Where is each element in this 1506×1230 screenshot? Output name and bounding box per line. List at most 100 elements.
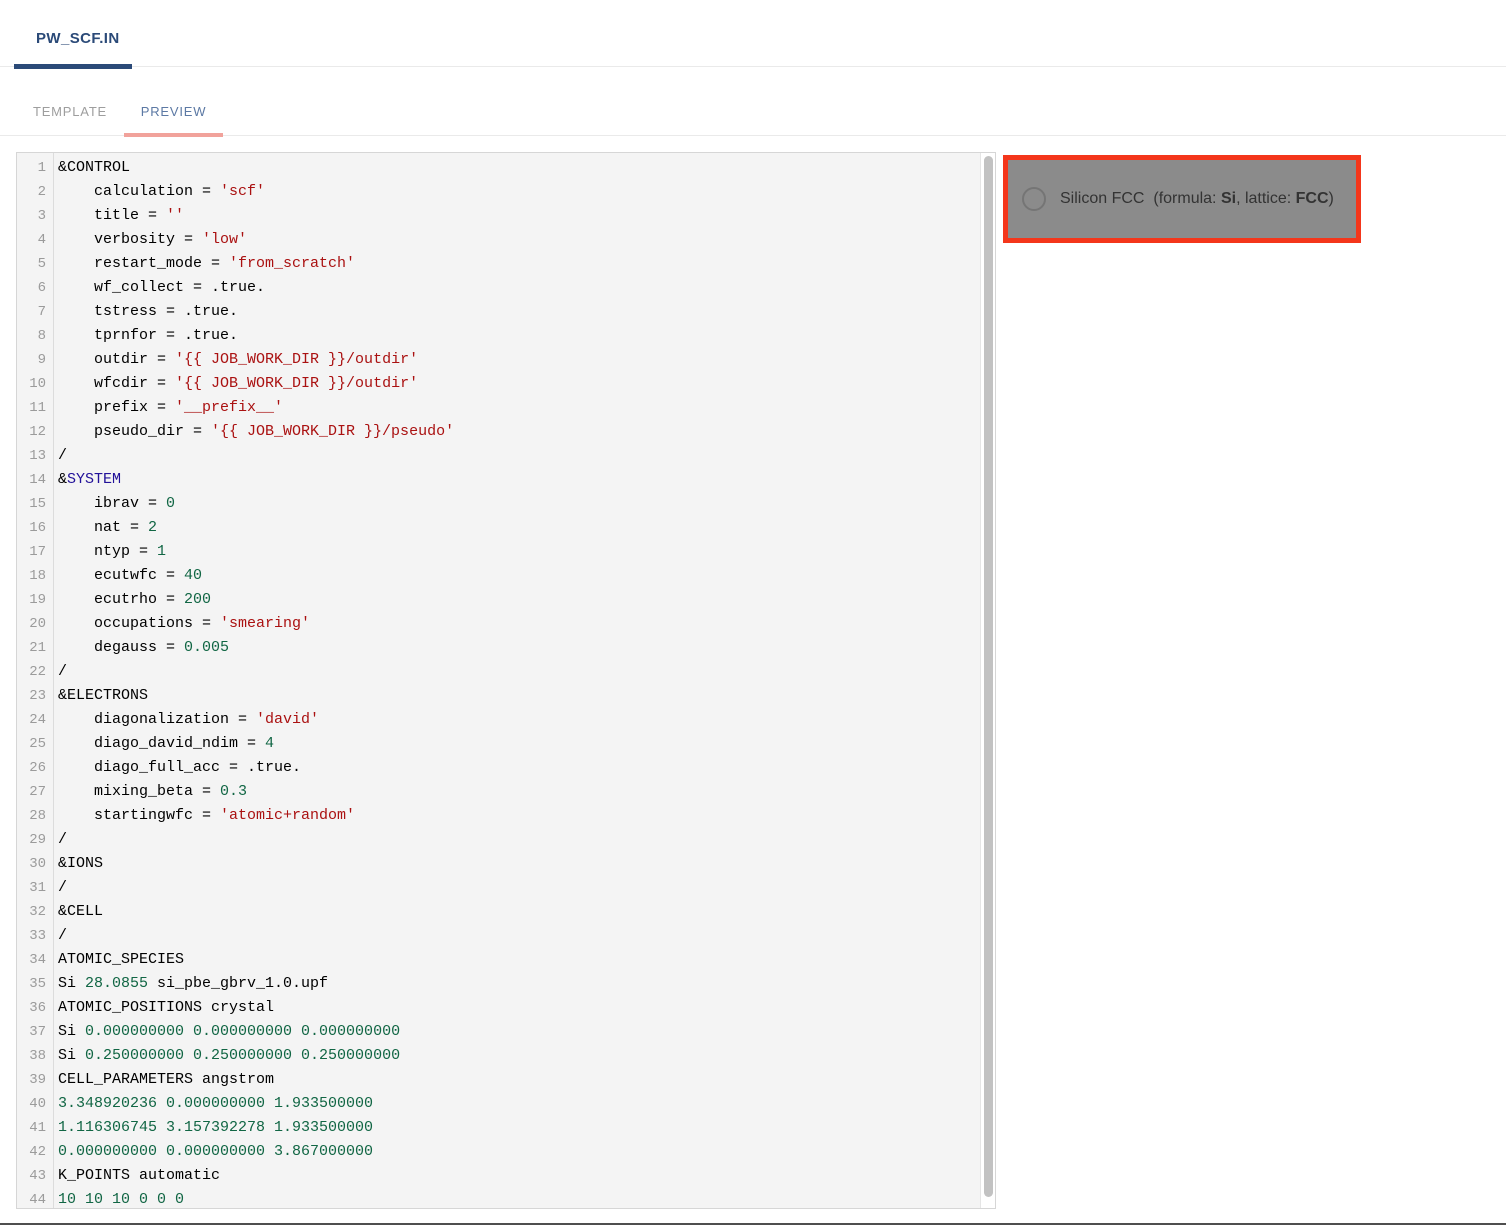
subtab-divider — [0, 135, 1506, 136]
code-line: 33/ — [17, 924, 980, 948]
line-number: 31 — [17, 876, 53, 900]
code-text: pseudo_dir = '{{ JOB_WORK_DIR }}/pseudo' — [53, 420, 454, 444]
code-line: 3 title = '' — [17, 204, 980, 228]
code-text: ntyp = 1 — [53, 540, 166, 564]
tab-template[interactable]: TEMPLATE — [16, 96, 124, 126]
code-text: startingwfc = 'atomic+random' — [53, 804, 355, 828]
line-number: 44 — [17, 1188, 53, 1212]
code-text: ATOMIC_SPECIES — [53, 948, 184, 972]
line-number: 22 — [17, 660, 53, 684]
code-text: Si 0.000000000 0.000000000 0.000000000 — [53, 1020, 400, 1044]
code-line: 15 ibrav = 0 — [17, 492, 980, 516]
code-line: 420.000000000 0.000000000 3.867000000 — [17, 1140, 980, 1164]
line-number: 7 — [17, 300, 53, 324]
line-number: 16 — [17, 516, 53, 540]
code-line: 27 mixing_beta = 0.3 — [17, 780, 980, 804]
code-line: 4410 10 10 0 0 0 — [17, 1188, 980, 1212]
material-label: Silicon FCC (formula: Si, lattice: FCC) — [1060, 190, 1334, 208]
code-text: / — [53, 876, 67, 900]
code-text: ibrav = 0 — [53, 492, 175, 516]
code-line: 16 nat = 2 — [17, 516, 980, 540]
code-text: prefix = '__prefix__' — [53, 396, 283, 420]
code-line: 14&SYSTEM — [17, 468, 980, 492]
tab-preview[interactable]: PREVIEW — [124, 96, 223, 126]
line-number: 25 — [17, 732, 53, 756]
code-text: diago_full_acc = .true. — [53, 756, 301, 780]
code-line: 30&IONS — [17, 852, 980, 876]
code-line: 29/ — [17, 828, 980, 852]
bottom-divider-bar — [0, 1223, 1506, 1225]
code-text: &CONTROL — [53, 156, 130, 180]
code-text: Si 0.250000000 0.250000000 0.250000000 — [53, 1044, 400, 1068]
code-text: Si 28.0855 si_pbe_gbrv_1.0.upf — [53, 972, 328, 996]
line-number: 18 — [17, 564, 53, 588]
line-number: 40 — [17, 1092, 53, 1116]
code-text: / — [53, 924, 67, 948]
code-text: 10 10 10 0 0 0 — [53, 1188, 184, 1212]
line-number: 21 — [17, 636, 53, 660]
code-line: 13/ — [17, 444, 980, 468]
line-number: 14 — [17, 468, 53, 492]
code-line: 403.348920236 0.000000000 1.933500000 — [17, 1092, 980, 1116]
editor-scrollbar-track[interactable] — [980, 153, 995, 1208]
code-editor[interactable]: 1&CONTROL2 calculation = 'scf'3 title = … — [16, 152, 996, 1209]
code-text: ecutrho = 200 — [53, 588, 211, 612]
code-line: 6 wf_collect = .true. — [17, 276, 980, 300]
code-text: / — [53, 660, 67, 684]
line-number: 26 — [17, 756, 53, 780]
line-number: 34 — [17, 948, 53, 972]
material-formula-prefix: (formula: — [1144, 190, 1220, 207]
code-line: 31/ — [17, 876, 980, 900]
code-line: 9 outdir = '{{ JOB_WORK_DIR }}/outdir' — [17, 348, 980, 372]
tab-active-indicator — [124, 133, 223, 137]
code-text: 1.116306745 3.157392278 1.933500000 — [53, 1116, 373, 1140]
code-lines: 1&CONTROL2 calculation = 'scf'3 title = … — [17, 156, 980, 1212]
file-tab-pw-scf-in[interactable]: PW_SCF.IN — [36, 30, 120, 47]
code-text: K_POINTS automatic — [53, 1164, 220, 1188]
code-text: tprnfor = .true. — [53, 324, 238, 348]
code-text: CELL_PARAMETERS angstrom — [53, 1068, 274, 1092]
code-line: 17 ntyp = 1 — [17, 540, 980, 564]
code-text: / — [53, 444, 67, 468]
code-line: 19 ecutrho = 200 — [17, 588, 980, 612]
code-line: 4 verbosity = 'low' — [17, 228, 980, 252]
code-text: &CELL — [53, 900, 103, 924]
material-option-silicon-fcc[interactable]: Silicon FCC (formula: Si, lattice: FCC) — [1003, 155, 1361, 243]
line-number: 10 — [17, 372, 53, 396]
code-line: 2 calculation = 'scf' — [17, 180, 980, 204]
code-text: diagonalization = 'david' — [53, 708, 319, 732]
code-line: 7 tstress = .true. — [17, 300, 980, 324]
line-number: 11 — [17, 396, 53, 420]
line-number: 6 — [17, 276, 53, 300]
code-line: 20 occupations = 'smearing' — [17, 612, 980, 636]
code-text: wf_collect = .true. — [53, 276, 265, 300]
code-text: &ELECTRONS — [53, 684, 148, 708]
code-line: 11 prefix = '__prefix__' — [17, 396, 980, 420]
code-line: 26 diago_full_acc = .true. — [17, 756, 980, 780]
code-line: 21 degauss = 0.005 — [17, 636, 980, 660]
code-text: title = '' — [53, 204, 184, 228]
code-line: 5 restart_mode = 'from_scratch' — [17, 252, 980, 276]
code-line: 1&CONTROL — [17, 156, 980, 180]
line-number: 30 — [17, 852, 53, 876]
header-divider — [0, 66, 1506, 67]
editor-scrollbar-thumb[interactable] — [984, 156, 993, 1197]
code-text: &IONS — [53, 852, 103, 876]
code-line: 35Si 28.0855 si_pbe_gbrv_1.0.upf — [17, 972, 980, 996]
line-number: 4 — [17, 228, 53, 252]
code-text: ATOMIC_POSITIONS crystal — [53, 996, 274, 1020]
code-line: 8 tprnfor = .true. — [17, 324, 980, 348]
radio-button-icon[interactable] — [1022, 187, 1046, 211]
line-number: 5 — [17, 252, 53, 276]
code-text: tstress = .true. — [53, 300, 238, 324]
line-number: 43 — [17, 1164, 53, 1188]
line-number: 33 — [17, 924, 53, 948]
code-line: 25 diago_david_ndim = 4 — [17, 732, 980, 756]
material-name: Silicon FCC — [1060, 190, 1144, 207]
code-text: restart_mode = 'from_scratch' — [53, 252, 355, 276]
line-number: 13 — [17, 444, 53, 468]
code-line: 34ATOMIC_SPECIES — [17, 948, 980, 972]
line-number: 37 — [17, 1020, 53, 1044]
code-text: degauss = 0.005 — [53, 636, 229, 660]
line-number: 29 — [17, 828, 53, 852]
